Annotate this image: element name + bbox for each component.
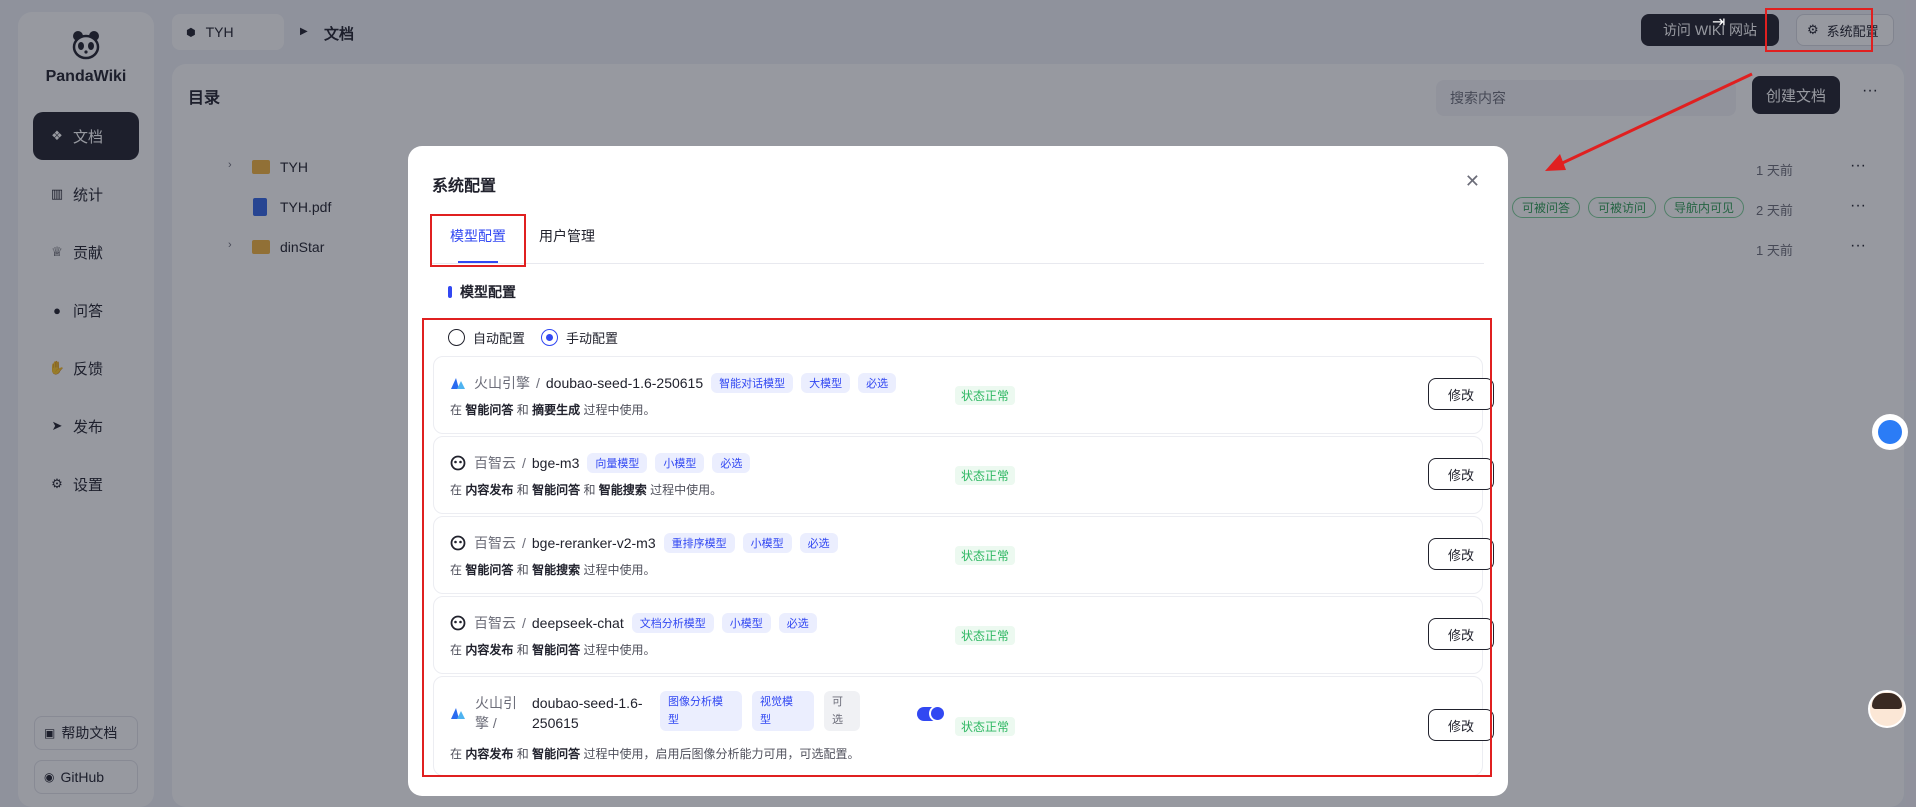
annotation-arrow [1545,72,1753,171]
